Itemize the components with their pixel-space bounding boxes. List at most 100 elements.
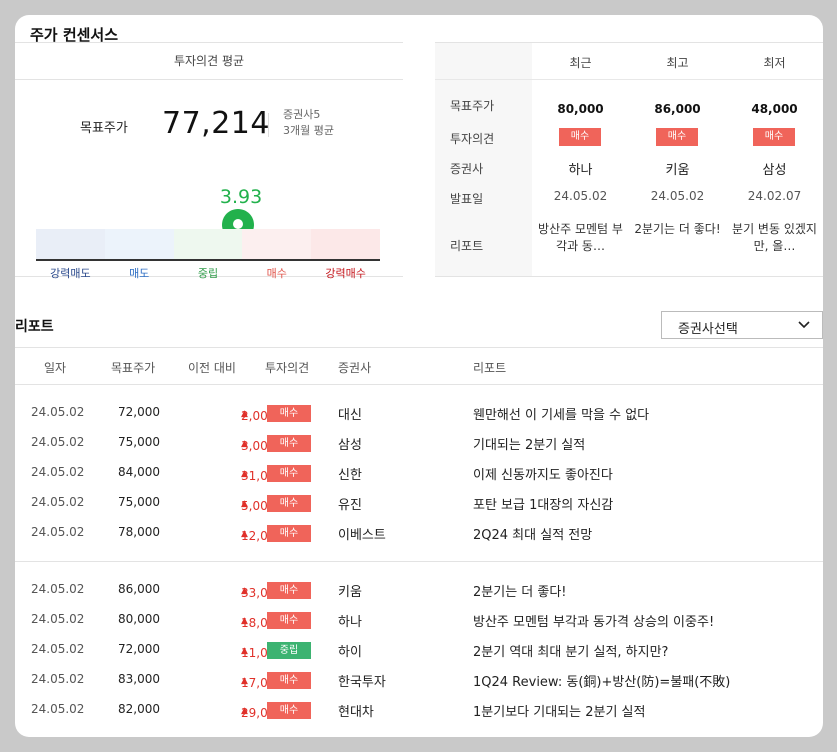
row-broker: 현대차: [338, 705, 374, 720]
row-target-price: 78,000: [118, 525, 160, 539]
report-title-link[interactable]: 2분기 역대 최대 분기 실적, 하지만?: [473, 641, 668, 660]
comparison-column-lowest: 최저 48,000 매수 삼성 24.02.07 분기 변동 있겠지만, 올…: [726, 43, 823, 276]
row-target-price: 82,000: [118, 702, 160, 716]
table-row[interactable]: 24.05.02 83,000 ▲ 17,000 매수 한국투자 1Q24 Review: …: [15, 668, 823, 692]
report-title-link[interactable]: 1분기보다 기대되는 2분기 실적: [473, 701, 645, 720]
comparison-report-link[interactable]: 분기 변동 있겠지만, 올…: [730, 221, 819, 255]
table-row[interactable]: 24.05.02 86,000 ▲ 33,000 매수 키움 2분기는 더 좋다!: [15, 578, 823, 602]
target-price-summary: 목표주가 77,214 증권사5 3개월 평균: [15, 105, 403, 145]
header-date: 일자: [44, 361, 67, 375]
comparison-table: 목표주가 투자의견 증권사 발표일 리포트 최근 80,000 매수 하나 24.05.…: [435, 42, 823, 277]
row-date: 24.05.02: [31, 702, 85, 716]
comparison-report-link[interactable]: 방산주 모멘텀 부각과 동…: [536, 221, 625, 255]
table-row[interactable]: 24.05.02 75,000 ▲ 3,000 매수 삼성 기대되는 2분기 실적: [15, 431, 823, 455]
summary-meta: 증권사5 3개월 평균: [283, 107, 334, 139]
opinion-badge: 매수: [267, 525, 311, 542]
report-title-link[interactable]: 2Q24 최대 실적 전망: [473, 524, 592, 543]
row-broker: 신한: [338, 468, 362, 483]
comparison-date: 24.05.02: [650, 189, 705, 203]
opinion-badge: 매수: [267, 582, 311, 599]
row-broker: 삼성: [338, 438, 362, 453]
report-title-link[interactable]: 포탄 보급 1대장의 자신감: [473, 494, 613, 513]
row-target-price: 75,000: [118, 435, 160, 449]
opinion-badge: 매수: [267, 435, 311, 452]
gauge-label-buy: 매수: [266, 267, 287, 280]
row-broker: 키움: [338, 585, 362, 600]
header-target-price: 목표주가: [111, 361, 156, 375]
opinion-badge: 매수: [267, 465, 311, 482]
opinion-badge: 매수: [753, 128, 795, 146]
gauge-segment-strong-sell: [36, 229, 105, 259]
table-row[interactable]: 24.05.02 72,000 ▲ 2,000 매수 대신 웬만해선 이 기세를 막을 수 …: [15, 401, 823, 425]
gauge-label-neutral: 중립: [197, 267, 219, 280]
opinion-gauge: [36, 229, 380, 261]
gauge-segment-strong-buy: [311, 229, 380, 259]
row-target-price: 80,000: [118, 612, 160, 626]
row-label-opinion: 투자의견: [450, 132, 495, 146]
row-date: 24.05.02: [31, 435, 85, 449]
target-price-value: 77,214: [162, 106, 270, 141]
report-title-link[interactable]: 이제 신동까지도 좋아진다: [473, 464, 613, 483]
average-opinion-heading: 투자의견 평균: [15, 43, 403, 80]
row-broker: 하이: [338, 645, 362, 660]
comparison-broker: 삼성: [762, 163, 787, 178]
row-broker: 유진: [338, 498, 362, 513]
report-title-link[interactable]: 웬만해선 이 기세를 막을 수 없다: [473, 404, 649, 423]
table-row[interactable]: 24.05.02 75,000 ▲ 5,000 매수 유진 포탄 보급 1대장의 자신감: [15, 491, 823, 515]
row-date: 24.05.02: [31, 642, 85, 656]
row-date: 24.05.02: [31, 612, 85, 626]
opinion-badge: 매수: [267, 405, 311, 422]
broker-select-value: 증권사선택: [678, 322, 738, 337]
table-row[interactable]: 24.05.02 72,000 ▲ 11,000 중립 하이 2분기 역대 최대 분기 실적…: [15, 638, 823, 662]
comparison-price: 80,000: [557, 102, 604, 116]
comparison-date: 24.02.07: [747, 189, 802, 203]
row-target-price: 84,000: [118, 465, 160, 479]
row-target-price: 75,000: [118, 495, 160, 509]
table-row[interactable]: 24.05.02 80,000 ▲ 18,000 매수 하나 방산주 모멘텀 부각과 동가격…: [15, 608, 823, 632]
row-group-divider: [15, 561, 823, 562]
summary-divider: [268, 113, 269, 137]
report-title-link[interactable]: 기대되는 2분기 실적: [473, 434, 585, 453]
header-change: 이전 대비: [188, 361, 236, 375]
comparison-column-header: 최고: [666, 56, 689, 70]
opinion-badge: 매수: [559, 128, 601, 146]
target-price-label: 목표주가: [80, 121, 128, 136]
opinion-badge: 매수: [267, 702, 311, 719]
row-date: 24.05.02: [31, 525, 85, 539]
row-date: 24.05.02: [31, 582, 85, 596]
row-broker: 이베스트: [338, 528, 386, 543]
comparison-column-header: 최저: [763, 56, 786, 70]
row-label-target-price: 목표주가: [450, 99, 495, 113]
report-title-link[interactable]: 2분기는 더 좋다!: [473, 581, 567, 600]
opinion-badge: 매수: [267, 495, 311, 512]
opinion-badge: 중립: [267, 642, 311, 659]
row-date: 24.05.02: [31, 672, 85, 686]
opinion-badge: 매수: [267, 612, 311, 629]
comparison-report-link[interactable]: 2분기는 더 좋다!: [633, 221, 722, 238]
opinion-badge: 매수: [267, 672, 311, 689]
row-date: 24.05.02: [31, 495, 85, 509]
chevron-down-icon: [798, 321, 810, 329]
report-title-link[interactable]: 1Q24 Review: 동(銅)+방산(防)=불패(不敗): [473, 671, 730, 690]
report-title-link[interactable]: 방산주 모멘텀 부각과 동가격 상승의 이중주!: [473, 611, 714, 630]
row-broker: 한국투자: [338, 675, 386, 690]
table-row[interactable]: 24.05.02 82,000 ▲ 29,000 매수 현대차 1분기보다 기대되는 2분기…: [15, 698, 823, 722]
broker-select[interactable]: 증권사선택: [661, 311, 823, 339]
header-report: 리포트: [473, 361, 507, 375]
row-date: 24.05.02: [31, 465, 85, 479]
row-target-price: 72,000: [118, 405, 160, 419]
comparison-price: 86,000: [654, 102, 701, 116]
table-row[interactable]: 24.05.02 84,000 ▲ 31,000 매수 신한 이제 신동까지도 좋아진다: [15, 461, 823, 485]
row-target-price: 72,000: [118, 642, 160, 656]
reports-header: 일자 목표주가 이전 대비 투자의견 증권사 리포트: [15, 347, 823, 385]
row-label-report: 리포트: [450, 239, 484, 253]
table-row[interactable]: 24.05.02 78,000 ▲ 12,000 매수 이베스트 2Q24 최대 실적 전망: [15, 521, 823, 545]
row-date: 24.05.02: [31, 405, 85, 419]
comparison-column-header: 최근: [569, 56, 592, 70]
average-opinion-panel: 투자의견 평균 목표주가 77,214 증권사5 3개월 평균 3.93 강력매…: [15, 42, 403, 280]
reports-title: 리포트: [15, 319, 54, 335]
header-broker: 증권사: [338, 361, 372, 375]
comparison-broker: 키움: [665, 163, 690, 178]
row-target-price: 83,000: [118, 672, 160, 686]
gauge-label-sell: 매도: [129, 267, 150, 280]
